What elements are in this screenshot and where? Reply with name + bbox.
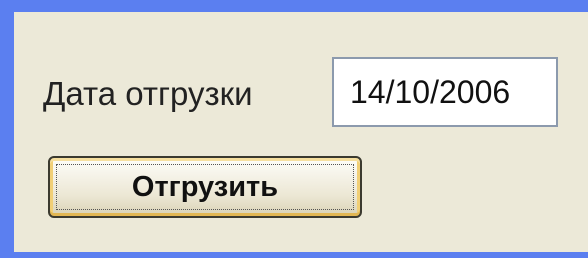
shipment-form-panel: Дата отгрузки Отгрузить [14,12,588,252]
ship-button-label: Отгрузить [56,164,354,210]
ship-button[interactable]: Отгрузить [48,156,362,218]
shipment-date-input[interactable] [332,57,558,127]
shipment-date-label: Дата отгрузки [43,75,253,112]
